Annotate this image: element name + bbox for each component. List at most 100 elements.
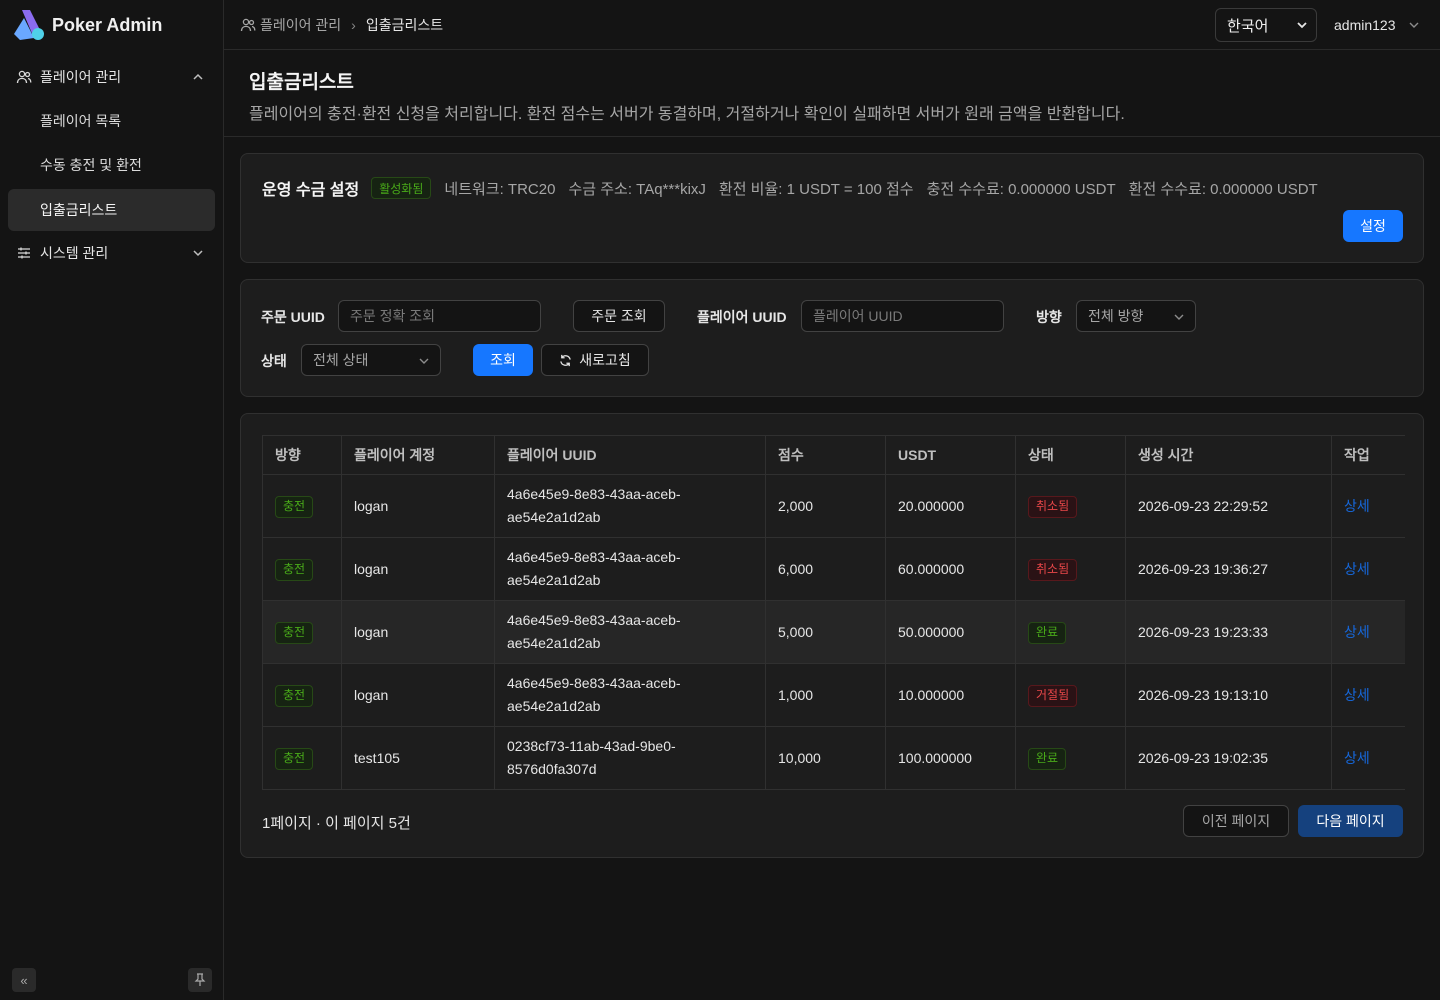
pagination-info: 1페이지 · 이 페이지 5건: [262, 815, 411, 832]
status-select[interactable]: 전체 상태: [301, 344, 441, 376]
status-badge: 완료: [1028, 747, 1067, 770]
uuid-cell: 4a6e45e9-8e83-43aa-aceb-ae54e2a1d2ab: [494, 663, 766, 727]
uuid-line: 4a6e45e9-8e83-43aa-aceb-: [507, 675, 681, 691]
sidebar-item-label: 입출금리스트: [40, 202, 118, 218]
collapse-sidebar-button[interactable]: «: [12, 968, 36, 992]
prev-page-button[interactable]: 이전 페이지: [1183, 805, 1289, 837]
double-chevron-left-icon: «: [20, 972, 28, 988]
status-badge: 완료: [1028, 621, 1067, 644]
username: admin123: [1334, 17, 1396, 33]
order-uuid-label: 주문 UUID: [261, 309, 325, 325]
order-uuid-placeholder: 주문 정확 조회: [350, 308, 436, 324]
player-uuid-placeholder: 플레이어 UUID: [813, 308, 903, 324]
table-row: 충전 logan 4a6e45e9-8e83-43aa-aceb-ae54e2a…: [262, 537, 1405, 601]
refresh-button[interactable]: 새로고침: [541, 344, 649, 376]
sidebar-item-player-list[interactable]: 플레이어 목록: [8, 100, 215, 142]
column-header-action: 작업: [1331, 435, 1405, 475]
score-cell: 2,000: [765, 474, 886, 538]
nav-group-player-management[interactable]: 플레이어 관리: [8, 56, 215, 98]
table-row: 충전 logan 4a6e45e9-8e83-43aa-aceb-ae54e2a…: [262, 600, 1405, 664]
search-button[interactable]: 조회: [473, 344, 533, 376]
column-header-status: 상태: [1015, 435, 1126, 475]
refresh-label: 새로고침: [579, 352, 631, 368]
uuid-line: 4a6e45e9-8e83-43aa-aceb-: [507, 612, 681, 628]
created-cell: 2026-09-23 22:29:52: [1125, 474, 1332, 538]
table-header-row: 방향 플레이어 계정 플레이어 UUID 점수 USDT 상태 생성 시간 작업: [262, 435, 1405, 475]
uuid-line: 4a6e45e9-8e83-43aa-aceb-: [507, 486, 681, 502]
created-cell: 2026-09-23 19:02:35: [1125, 726, 1332, 790]
logo[interactable]: Poker Admin: [12, 8, 162, 42]
app-title: Poker Admin: [52, 14, 163, 35]
settings-button[interactable]: 설정: [1343, 210, 1403, 242]
chevron-down-icon: [1409, 22, 1418, 28]
deposit-fee-info: 충전 수수료: 0.000000 USDT: [926, 180, 1116, 198]
direction-select[interactable]: 전체 방향: [1076, 300, 1196, 332]
created-cell: 2026-09-23 19:13:10: [1125, 663, 1332, 727]
usdt-cell: 20.000000: [885, 474, 1016, 538]
uuid-cell: 4a6e45e9-8e83-43aa-aceb-ae54e2a1d2ab: [494, 600, 766, 664]
address-info: 수금 주소: TAq***kixJ: [568, 180, 706, 198]
table-row: 충전 logan 4a6e45e9-8e83-43aa-aceb-ae54e2a…: [262, 663, 1405, 727]
language-value: 한국어: [1227, 17, 1269, 35]
next-page-button[interactable]: 다음 페이지: [1298, 805, 1403, 837]
withdraw-fee-info: 환전 수수료: 0.000000 USDT: [1128, 180, 1318, 198]
uuid-line: ae54e2a1d2ab: [507, 509, 601, 525]
settlement-settings-card: 운영 수금 설정 활성화됨 네트워크: TRC20 수금 주소: TAq***k…: [240, 153, 1424, 263]
table-row: 충전 logan 4a6e45e9-8e83-43aa-aceb-ae54e2a…: [262, 474, 1405, 538]
user-menu[interactable]: admin123: [1334, 17, 1420, 33]
breadcrumb-separator: ›: [351, 17, 356, 33]
page-title: 입출금리스트: [249, 72, 354, 93]
detail-link[interactable]: 상세: [1344, 750, 1370, 766]
player-uuid-input[interactable]: 플레이어 UUID: [801, 300, 1004, 332]
uuid-line: 4a6e45e9-8e83-43aa-aceb-: [507, 549, 681, 565]
direction-label: 방향: [1036, 309, 1062, 325]
account-cell: logan: [341, 474, 495, 538]
breadcrumb-current: 입출금리스트: [365, 17, 444, 33]
detail-link[interactable]: 상세: [1344, 561, 1370, 577]
table-row: 충전 test105 0238cf73-11ab-43ad-9be0- 8576d…: [262, 726, 1405, 790]
top-header: 플레이어 관리 › 입출금리스트 한국어 admin123: [224, 0, 1440, 50]
usdt-cell: 50.000000: [885, 600, 1016, 664]
uuid-line: 0238cf73-11ab-43ad-9be0-: [507, 738, 676, 754]
detail-link[interactable]: 상세: [1344, 624, 1370, 640]
direction-badge: 충전: [275, 495, 314, 518]
uuid-cell: 0238cf73-11ab-43ad-9be0- 8576d0fa307d: [494, 726, 766, 790]
breadcrumb: 플레이어 관리 › 입출금리스트: [240, 15, 443, 35]
score-cell: 10,000: [765, 726, 886, 790]
uuid-line: ae54e2a1d2ab: [507, 572, 601, 588]
status-label: 상태: [261, 353, 287, 369]
uuid-line: ae54e2a1d2ab: [507, 635, 601, 651]
chevron-down-icon: [419, 358, 429, 364]
sidebar-item-transactions[interactable]: 입출금리스트: [8, 189, 215, 231]
uuid-cell: 4a6e45e9-8e83-43aa-aceb-ae54e2a1d2ab: [494, 474, 766, 538]
usdt-cell: 10.000000: [885, 663, 1016, 727]
sidebar-item-manual-charge[interactable]: 수동 충전 및 환전: [8, 144, 215, 186]
order-search-button[interactable]: 주문 조회: [573, 300, 665, 332]
column-header-score: 점수: [765, 435, 886, 475]
order-uuid-input[interactable]: 주문 정확 조회: [338, 300, 541, 332]
direction-badge: 충전: [275, 558, 314, 581]
chevron-up-icon: [193, 73, 203, 80]
status-badge: 취소됨: [1028, 558, 1078, 581]
pin-button[interactable]: [188, 968, 212, 992]
account-cell: logan: [341, 663, 495, 727]
users-icon: [16, 69, 32, 85]
exchange-rate-info: 환전 비율: 1 USDT = 100 점수: [718, 180, 914, 198]
language-select[interactable]: 한국어: [1215, 8, 1317, 42]
nav-group-system-management[interactable]: 시스템 관리: [8, 232, 215, 274]
transactions-table-card: 방향 플레이어 계정 플레이어 UUID 점수 USDT 상태 생성 시간 작업…: [240, 413, 1424, 858]
usdt-cell: 60.000000: [885, 537, 1016, 601]
player-uuid-label: 플레이어 UUID: [697, 309, 787, 325]
uuid-line: 8576d0fa307d: [507, 761, 597, 777]
status-badge: 거절됨: [1028, 684, 1078, 707]
direction-badge: 충전: [275, 684, 314, 707]
score-cell: 5,000: [765, 600, 886, 664]
detail-link[interactable]: 상세: [1344, 687, 1370, 703]
settlement-title: 운영 수금 설정: [262, 182, 360, 199]
column-header-direction: 방향: [262, 435, 342, 475]
status-badge: 활성화됨: [371, 177, 432, 199]
status-value: 전체 상태: [313, 352, 369, 368]
sidebar-item-label: 수동 충전 및 환전: [40, 157, 142, 173]
detail-link[interactable]: 상세: [1344, 498, 1370, 514]
breadcrumb-parent[interactable]: 플레이어 관리: [260, 15, 341, 35]
